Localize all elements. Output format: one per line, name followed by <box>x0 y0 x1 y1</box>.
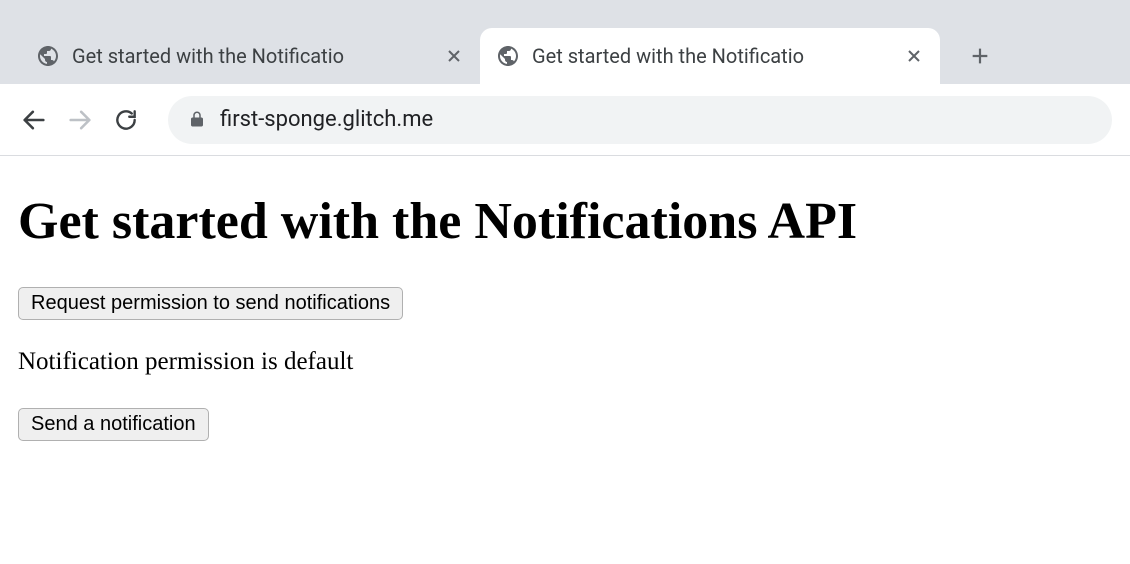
tab-active[interactable]: Get started with the Notificatio <box>480 28 940 84</box>
tab-inactive[interactable]: Get started with the Notificatio <box>20 28 480 84</box>
address-bar[interactable]: first-sponge.glitch.me <box>168 96 1112 144</box>
tab-strip: Get started with the Notificatio Get sta… <box>0 0 1130 84</box>
close-icon[interactable] <box>444 46 464 66</box>
permission-status-text: Notification permission is default <box>18 348 1112 376</box>
page-heading: Get started with the Notifications API <box>18 192 1112 251</box>
tab-title: Get started with the Notificatio <box>72 44 432 68</box>
close-icon[interactable] <box>904 46 924 66</box>
send-notification-button[interactable]: Send a notification <box>18 408 209 441</box>
back-button[interactable] <box>18 104 50 136</box>
globe-icon <box>496 44 520 68</box>
browser-chrome: Get started with the Notificatio Get sta… <box>0 0 1130 156</box>
page-content: Get started with the Notifications API R… <box>0 156 1130 461</box>
lock-icon <box>188 110 206 130</box>
toolbar: first-sponge.glitch.me <box>0 84 1130 156</box>
globe-icon <box>36 44 60 68</box>
forward-button <box>64 104 96 136</box>
request-permission-button[interactable]: Request permission to send notifications <box>18 287 403 320</box>
reload-button[interactable] <box>110 104 142 136</box>
address-url: first-sponge.glitch.me <box>220 107 433 132</box>
new-tab-button[interactable] <box>956 32 1004 80</box>
tab-title: Get started with the Notificatio <box>532 44 892 68</box>
